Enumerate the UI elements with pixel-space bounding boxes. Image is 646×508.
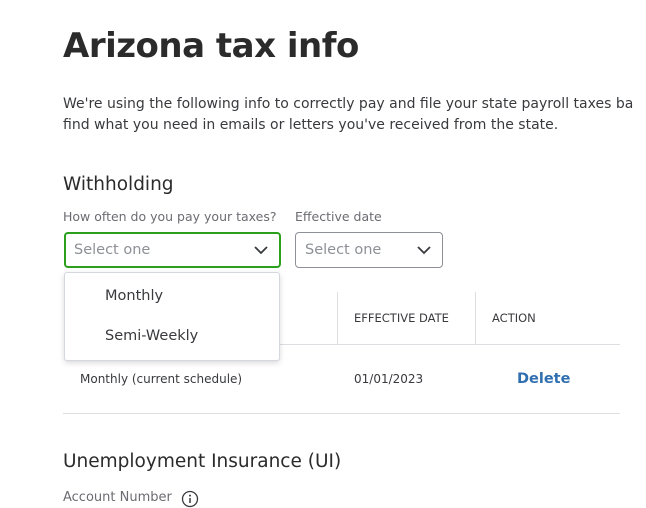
delete-link[interactable]: Delete [517,371,570,387]
intro-line-2: find what you need in emails or letters … [63,117,559,133]
intro-line-1: We're using the following info to correc… [63,96,634,112]
effective-date-label: Effective date [295,209,382,224]
section-divider [63,413,620,414]
page-title: Arizona tax info [63,26,359,66]
schedule-cell: Monthly (current schedule) [80,372,243,386]
effective-date-select-value: Select one [305,242,382,258]
column-header-effective-date: EFFECTIVE DATE [354,311,449,325]
ui-heading: Unemployment Insurance (UI) [63,451,342,472]
dropdown-option-semi-weekly[interactable]: Semi-Weekly [105,328,198,344]
frequency-label: How often do you pay your taxes? [63,209,277,224]
account-number-label: Account Number [63,490,172,505]
chevron-down-icon [254,246,268,255]
frequency-dropdown-menu: Monthly Semi-Weekly [64,272,280,361]
frequency-select[interactable]: Select one [64,232,281,268]
dropdown-option-monthly[interactable]: Monthly [105,288,163,304]
frequency-select-value: Select one [74,242,151,258]
column-divider [337,292,338,344]
column-divider [475,292,476,344]
intro-text: We're using the following info to correc… [63,94,646,136]
chevron-down-icon [417,246,431,255]
column-header-action: ACTION [492,311,536,325]
effective-date-cell: 01/01/2023 [354,372,424,386]
withholding-heading: Withholding [63,174,174,195]
info-icon[interactable] [181,490,199,508]
table-header-divider [280,344,620,345]
effective-date-select[interactable]: Select one [295,232,443,268]
